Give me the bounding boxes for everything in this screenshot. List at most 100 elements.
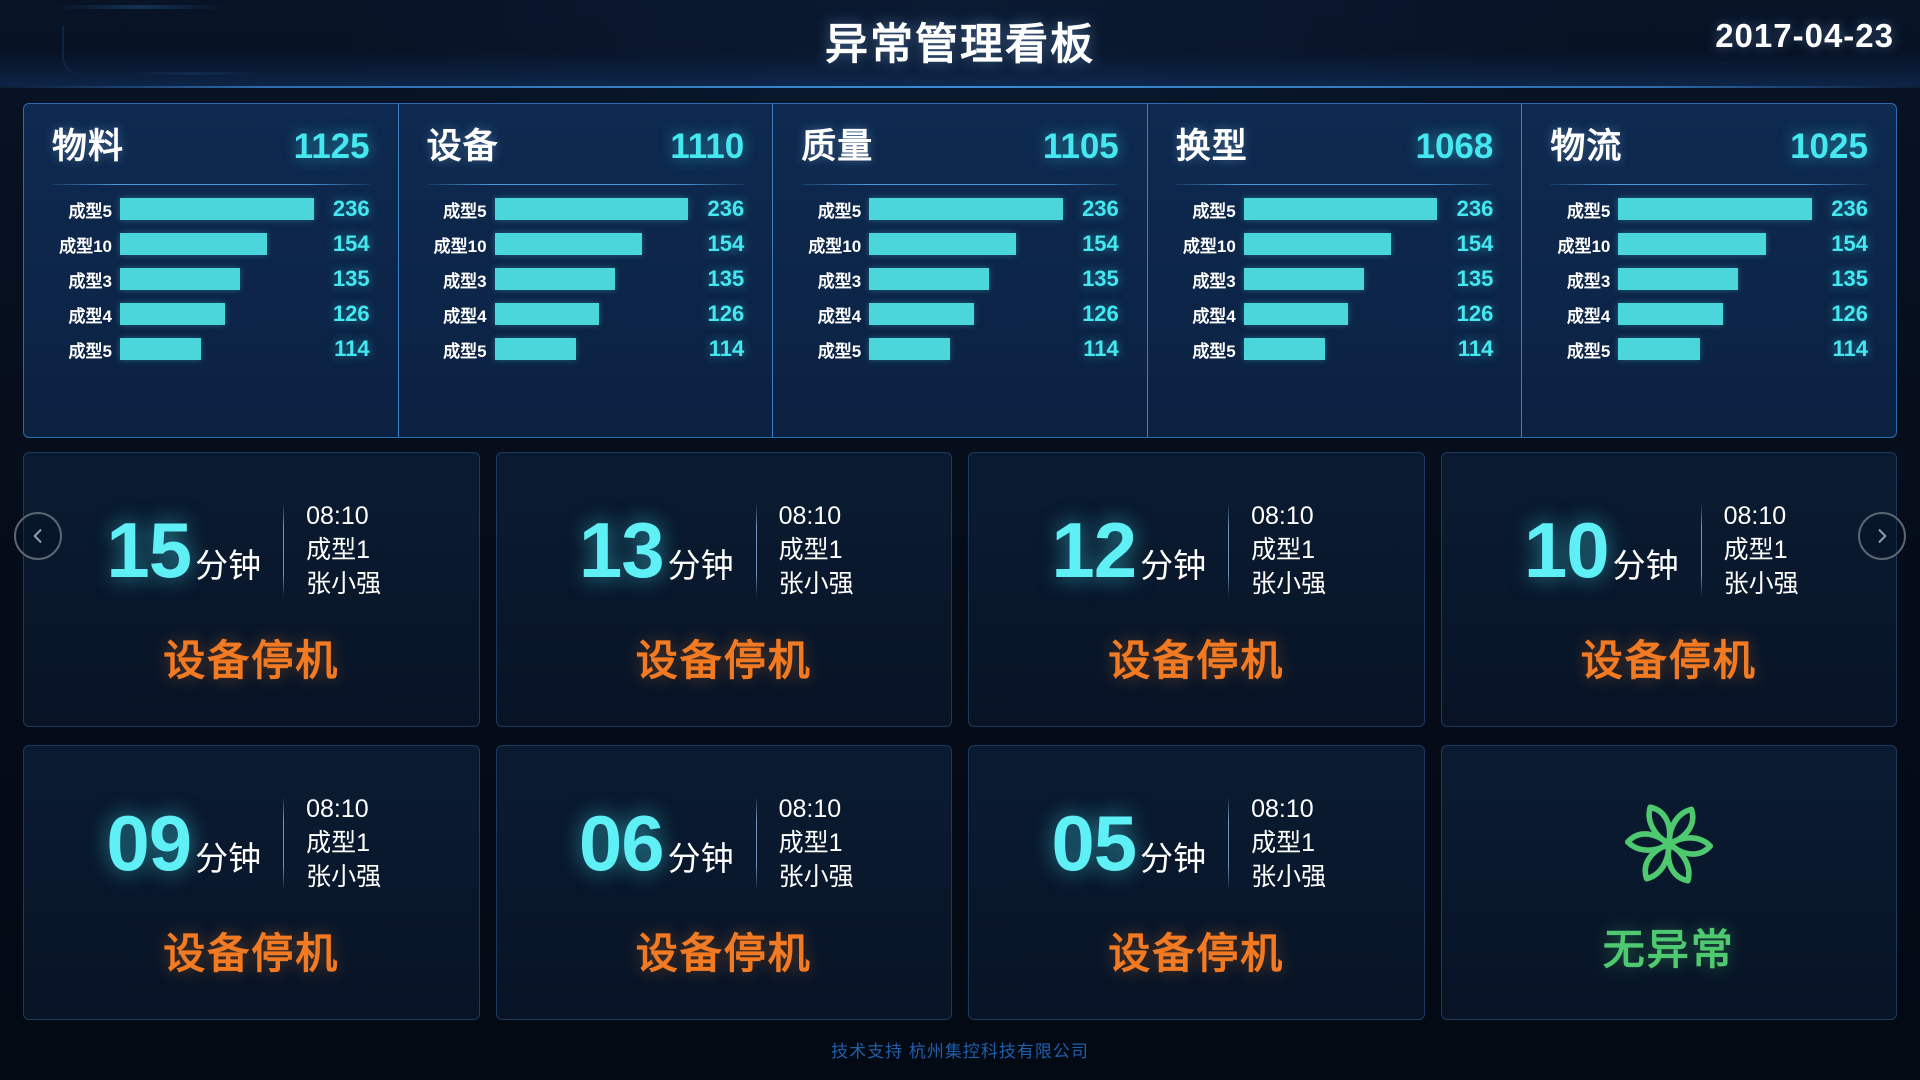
carousel-prev-button[interactable] [14, 512, 62, 560]
kpi-bar-label: 成型5 [443, 201, 487, 221]
kpi-title: 物料 [52, 127, 125, 166]
alert-card[interactable]: 09 分钟 08:10 成型1 张小强 设备停机 [23, 745, 480, 1020]
kpi-bar-value: 154 [707, 231, 745, 256]
alert-status-label: 设备停机 [163, 637, 340, 684]
alert-meta: 08:10 成型1 张小强 [1229, 502, 1341, 597]
kpi-bar-track [1243, 233, 1438, 255]
alert-card-top: 10 分钟 08:10 成型1 张小强 [1442, 491, 1897, 609]
kpi-bar-row: 成型4 126 [801, 301, 1119, 326]
alert-status-label: 设备停机 [1580, 637, 1757, 684]
kpi-bar-fill [494, 198, 689, 220]
kpi-bar-label: 成型5 [817, 341, 862, 361]
alert-time: 08:10 [778, 501, 842, 530]
chevron-right-icon [1878, 529, 1887, 543]
kpi-bar-fill [120, 338, 202, 360]
alert-duration-unit: 分钟 [1140, 546, 1207, 584]
alert-person: 张小强 [306, 863, 382, 892]
alert-card[interactable]: 05 分钟 08:10 成型1 张小强设备停机 [968, 745, 1425, 1020]
kpi-bar-row: 成型5 114 [52, 336, 370, 361]
kpi-bar-row: 成型3 135 [801, 266, 1119, 291]
alert-status-label: 设备停机 [1108, 930, 1285, 977]
alert-card-top: 13 分钟 08:10 成型1 张小强 [497, 491, 952, 609]
alert-meta: 08:10 成型1 张小强 [1702, 502, 1814, 597]
header-decoration-line-top [55, 5, 225, 9]
kpi-bar-fill [869, 198, 1063, 220]
alert-duration: 06 分钟 [578, 798, 756, 887]
alert-duration-value: 06 [578, 798, 665, 887]
kpi-bar-value: 135 [332, 266, 370, 291]
kpi-bar-value: 154 [332, 231, 370, 256]
kpi-header: 物流 1025 [1550, 118, 1868, 180]
kpi-bar-fill [1618, 303, 1723, 325]
kpi-bar-fill [869, 338, 951, 360]
alert-duration-unit: 分钟 [1612, 546, 1679, 584]
alert-person: 张小强 [1251, 863, 1327, 892]
alert-person: 张小强 [306, 570, 382, 599]
page-title: 异常管理看板 [825, 21, 1095, 69]
kpi-panel: 质量 1105 成型5 236 成型10 154 成型3 135 成型4 126 成型5 114 [772, 104, 1147, 437]
carousel-next-button[interactable] [1858, 512, 1906, 560]
kpi-bar-value: 114 [334, 336, 370, 361]
alert-duration-value: 15 [106, 505, 192, 594]
pinwheel-icon [1613, 788, 1725, 900]
alert-line: 成型1 [1723, 535, 1788, 564]
alert-card-top: 15 分钟 08:10 成型1 张小强 [24, 491, 479, 609]
alert-time: 08:10 [306, 501, 369, 530]
alert-card[interactable]: 06 分钟 08:10 成型1 张小强设备停机 [495, 745, 952, 1020]
kpi-bar-row: 成型5 236 [427, 196, 744, 221]
alert-duration: 13 分钟 [579, 511, 756, 589]
kpi-bar-row: 成型10 154 [52, 231, 370, 256]
kpi-bar-fill [1243, 233, 1391, 255]
kpi-bar-label: 成型5 [817, 201, 862, 221]
alert-line: 成型1 [306, 828, 371, 857]
kpi-header: 物料 1125 [52, 118, 370, 180]
kpi-bar-fill [1243, 198, 1438, 220]
kpi-bar-list: 成型5 236 成型10 154 成型3 135 成型4 126 成型5 114 [801, 196, 1119, 361]
kpi-header-divider [801, 184, 1119, 185]
kpi-bar-value: 114 [1083, 336, 1119, 361]
alert-card-top: 09 分钟 08:10 成型1 张小强 [24, 784, 479, 902]
alert-card[interactable]: 13 分钟 08:10 成型1 张小强 设备停机 [495, 452, 952, 727]
kpi-panel: 设备 1110 成型5 236 成型10 154 成型3 135 成型4 126 成型5 114 [397, 104, 773, 437]
footer-credit: 技术支持 杭州集控科技有限公司 [831, 1042, 1089, 1061]
kpi-bar-row: 成型5 114 [1176, 336, 1493, 361]
alert-duration: 10 分钟 [1524, 511, 1701, 589]
kpi-total-value: 1025 [1790, 127, 1868, 166]
kpi-bar-row: 成型5 114 [427, 336, 744, 361]
kpi-header: 换型 1068 [1176, 118, 1494, 180]
kpi-title: 质量 [801, 127, 874, 166]
alert-card[interactable]: 10 分钟 08:10 成型1 张小强设备停机 [1440, 452, 1897, 727]
alert-meta: 08:10 成型1 张小强 [757, 794, 869, 890]
kpi-header-divider [1550, 184, 1868, 185]
kpi-bar-track [494, 268, 689, 290]
kpi-bar-track [1243, 338, 1438, 360]
kpi-bar-value: 126 [1456, 301, 1494, 326]
kpi-bar-label: 成型10 [808, 236, 862, 256]
alert-card[interactable]: 12 分钟 08:10 成型1 张小强 设备停机 [968, 452, 1425, 727]
kpi-bar-label: 成型10 [59, 236, 112, 256]
kpi-bar-fill [1243, 338, 1326, 360]
alert-card[interactable]: 15 分钟 08:10 成型1 张小强设备停机 [23, 452, 480, 727]
alert-status-label: 设备停机 [1108, 637, 1285, 684]
alert-card-grid: 15 分钟 08:10 成型1 张小强 设备停机 13 分钟 08:10 成型1 张小强 设备停机 12… [23, 452, 1897, 1020]
kpi-bar-fill [1618, 233, 1766, 255]
kpi-bar-fill [494, 268, 615, 290]
alert-card-top: 05 分钟 08:10 成型1 张小强 [969, 784, 1424, 902]
kpi-bar-fill [1618, 338, 1700, 360]
kpi-bar-value: 236 [1456, 196, 1494, 221]
kpi-bar-track [1618, 268, 1812, 290]
kpi-bar-track [1618, 198, 1812, 220]
no-abnormality-card[interactable]: 无异常 [1440, 745, 1897, 1020]
alert-duration-value: 09 [106, 798, 192, 887]
alert-status-label: 设备停机 [635, 930, 812, 977]
kpi-total-value: 1068 [1415, 127, 1494, 166]
alert-time: 08:10 [778, 794, 842, 823]
kpi-bar-value: 114 [1832, 336, 1868, 361]
kpi-bar-track [1243, 268, 1438, 290]
alert-duration-unit: 分钟 [195, 839, 262, 877]
kpi-bar-track [869, 268, 1063, 290]
kpi-bar-fill [1243, 303, 1349, 325]
kpi-bar-value: 126 [332, 301, 370, 326]
kpi-bar-fill [1618, 268, 1739, 290]
kpi-bar-fill [494, 233, 642, 255]
